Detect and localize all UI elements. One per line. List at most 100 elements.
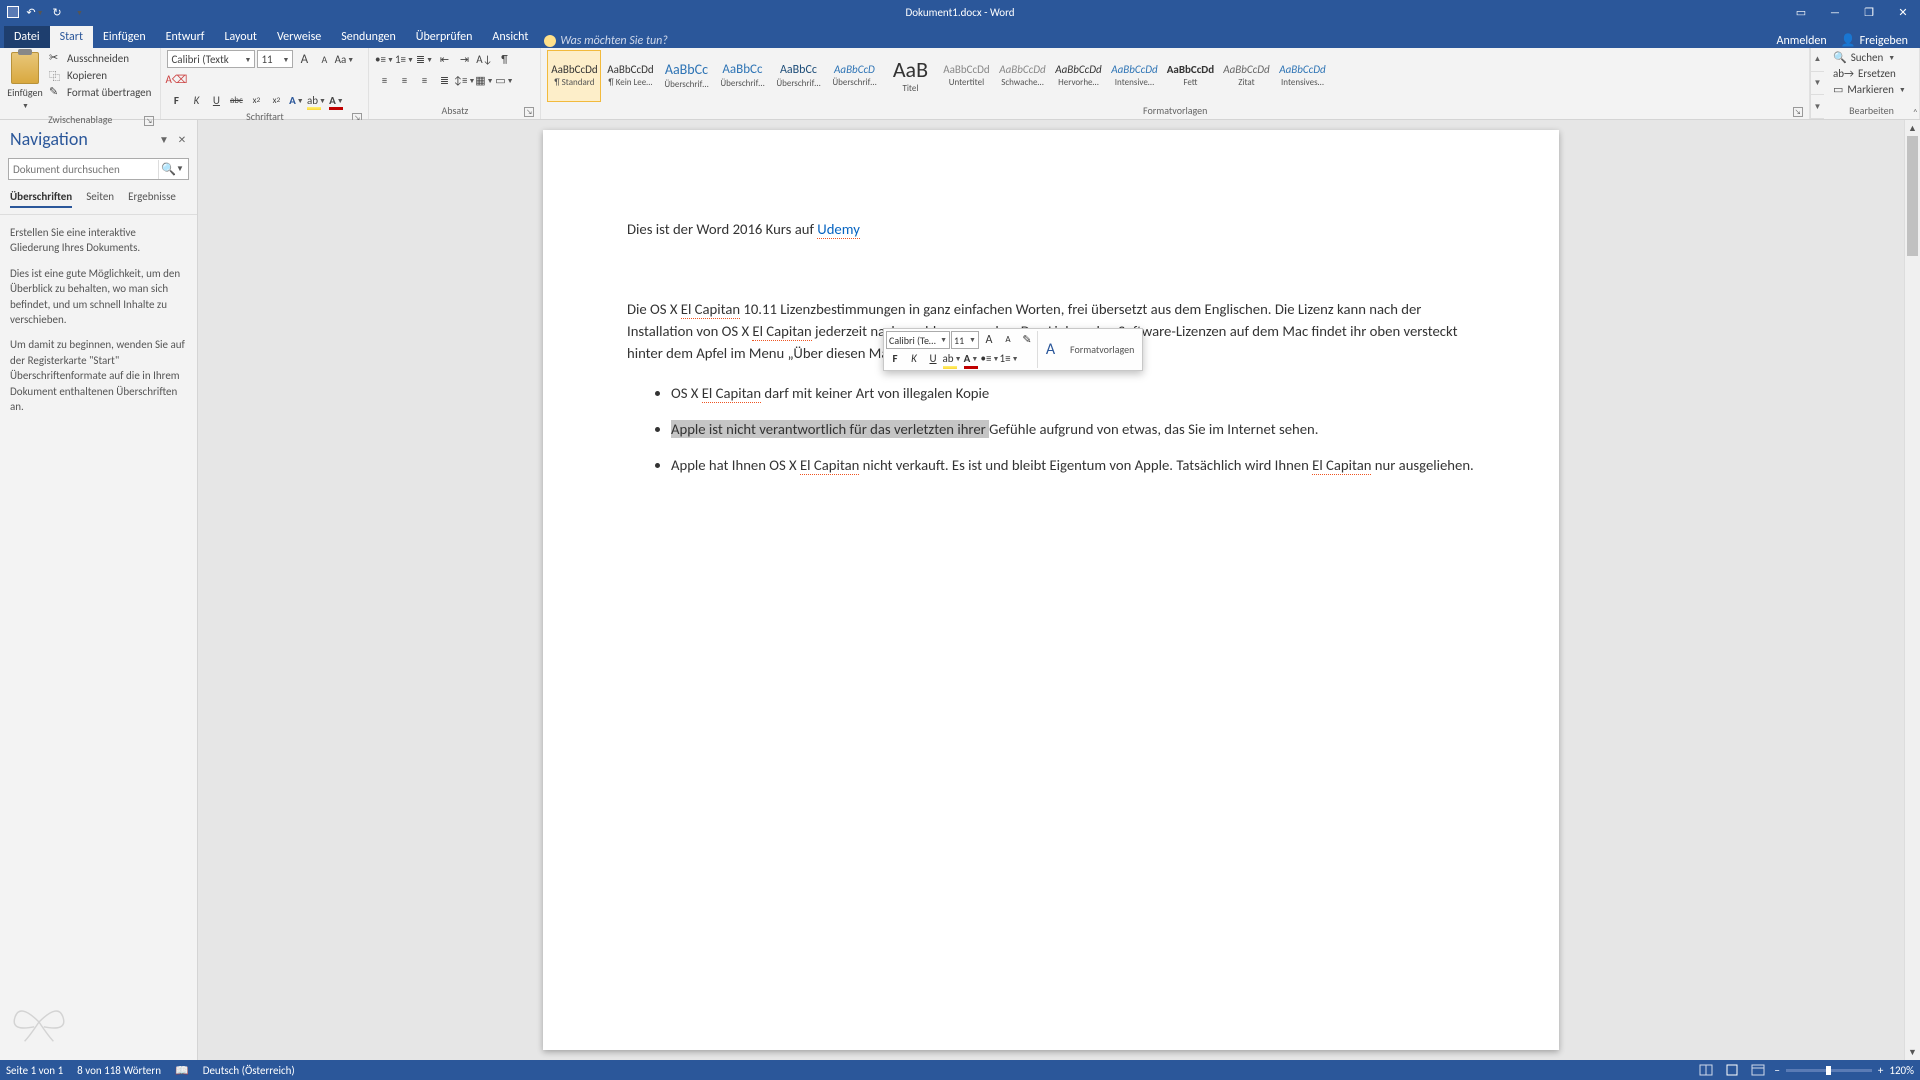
spelling-error[interactable]: El Capitan: [1312, 456, 1371, 475]
save-icon[interactable]: [6, 5, 20, 19]
vertical-scrollbar[interactable]: ˄ ▲ ▼: [1904, 120, 1920, 1060]
text-effects-button[interactable]: A▼: [287, 91, 305, 109]
style-hervorhe[interactable]: AaBbCcDdHervorhe…: [1051, 50, 1105, 102]
borders-button[interactable]: ▭▼: [495, 71, 513, 89]
document-area[interactable]: Dies ist der Word 2016 Kurs auf Udemy Di…: [198, 120, 1904, 1060]
style-keinlee[interactable]: AaBbCcDd¶ Kein Lee…: [603, 50, 657, 102]
nav-tab-pages[interactable]: Seiten: [86, 190, 114, 208]
shrink-font-button[interactable]: A: [315, 50, 333, 68]
align-left-button[interactable]: ≡: [375, 71, 393, 89]
subscript-button[interactable]: x2: [247, 91, 265, 109]
dialog-launcher-icon[interactable]: ↘: [1793, 107, 1803, 117]
nav-tab-headings[interactable]: Überschriften: [10, 190, 72, 208]
bold-button[interactable]: F: [167, 91, 185, 109]
mini-bold[interactable]: F: [886, 350, 904, 368]
mini-underline[interactable]: U: [924, 350, 942, 368]
font-color-button[interactable]: A▼: [327, 91, 345, 109]
tab-home[interactable]: Start: [50, 26, 93, 48]
increase-indent-button[interactable]: ⇥: [455, 50, 473, 68]
page[interactable]: Dies ist der Word 2016 Kurs auf Udemy Di…: [543, 130, 1559, 1050]
close-icon[interactable]: ✕: [1886, 0, 1920, 24]
style-berschrif[interactable]: AaBbCcÜberschrif…: [771, 50, 825, 102]
tab-file[interactable]: Datei: [4, 26, 50, 48]
find-button[interactable]: 🔍 Suchen▼: [1830, 50, 1913, 65]
mini-styles-label[interactable]: Formatvorlagen: [1064, 331, 1140, 368]
spelling-error[interactable]: El Capitan: [681, 300, 740, 319]
justify-button[interactable]: ≣: [435, 71, 453, 89]
search-icon[interactable]: 🔍: [158, 160, 176, 179]
nav-tab-results[interactable]: Ergebnisse: [128, 190, 176, 208]
spelling-error[interactable]: El Capitan: [800, 456, 859, 475]
ribbon-display-options-icon[interactable]: ▭: [1784, 0, 1818, 24]
tab-review[interactable]: Überprüfen: [406, 26, 483, 48]
style-standard[interactable]: AaBbCcDd¶ Standard: [547, 50, 601, 102]
style-fett[interactable]: AaBbCcDdFett: [1163, 50, 1217, 102]
style-zitat[interactable]: AaBbCcDdZitat: [1219, 50, 1273, 102]
tab-design[interactable]: Entwurf: [156, 26, 215, 48]
paste-button[interactable]: Einfügen ▼: [6, 50, 44, 112]
styles-scroll-up-icon[interactable]: ▲: [1811, 48, 1824, 72]
copy-button[interactable]: Kopieren: [46, 67, 154, 83]
tab-view[interactable]: Ansicht: [482, 26, 538, 48]
bullets-button[interactable]: •≡▼: [375, 50, 393, 68]
paragraph[interactable]: Dies ist der Word 2016 Kurs auf Udemy: [627, 218, 1475, 240]
align-center-button[interactable]: ≡: [395, 71, 413, 89]
scroll-up-icon[interactable]: ▲: [1905, 120, 1920, 136]
status-word-count[interactable]: 8 von 118 Wörtern: [77, 1064, 161, 1077]
sort-button[interactable]: A↓: [475, 50, 493, 68]
zoom-out-button[interactable]: −: [1774, 1064, 1779, 1077]
view-read-mode[interactable]: [1696, 1062, 1716, 1078]
strikethrough-button[interactable]: abc: [227, 91, 245, 109]
grow-font-button[interactable]: A: [295, 50, 313, 68]
signin-link[interactable]: Anmelden: [1777, 33, 1827, 48]
italic-button[interactable]: K: [187, 91, 205, 109]
spelling-error[interactable]: El Capitan: [702, 384, 761, 403]
chevron-down-icon[interactable]: ▼: [176, 164, 188, 174]
view-print-layout[interactable]: [1722, 1062, 1742, 1078]
view-web-layout[interactable]: [1748, 1062, 1768, 1078]
replace-button[interactable]: ab→ Ersetzen: [1830, 66, 1913, 81]
mini-styles-button[interactable]: A: [1037, 331, 1063, 368]
mini-font-size[interactable]: 11▼: [951, 331, 979, 349]
line-spacing-button[interactable]: ↕≡▼: [455, 71, 473, 89]
qat-customize-icon[interactable]: ▼: [72, 5, 86, 19]
minimize-icon[interactable]: —: [1818, 0, 1852, 24]
highlight-button[interactable]: ab▼: [307, 91, 325, 109]
style-berschrif[interactable]: AaBbCcDÜberschrif…: [827, 50, 881, 102]
font-name-combo[interactable]: Calibri (Textk▼: [167, 50, 255, 68]
style-titel[interactable]: AaBTitel: [883, 50, 937, 102]
status-page[interactable]: Seite 1 von 1: [6, 1064, 63, 1077]
show-marks-button[interactable]: ¶: [495, 50, 513, 68]
tab-layout[interactable]: Layout: [214, 26, 267, 48]
style-berschrif[interactable]: AaBbCcÜberschrif…: [715, 50, 769, 102]
select-button[interactable]: ▭ Markieren▼: [1830, 82, 1913, 97]
underline-button[interactable]: U: [207, 91, 225, 109]
tell-me-search[interactable]: Was möchten Sie tun?: [544, 34, 668, 48]
mini-bullets[interactable]: •≡▼: [981, 350, 999, 368]
shading-button[interactable]: ▦▼: [475, 71, 493, 89]
scroll-down-icon[interactable]: ▼: [1905, 1044, 1920, 1060]
numbering-button[interactable]: 1≡▼: [395, 50, 413, 68]
restore-icon[interactable]: ❐: [1852, 0, 1886, 24]
change-case-button[interactable]: Aa▼: [335, 50, 353, 68]
font-size-combo[interactable]: 11▼: [257, 50, 293, 68]
zoom-level[interactable]: 120%: [1889, 1064, 1914, 1077]
redo-icon[interactable]: ↻: [50, 5, 64, 19]
styles-scroll-down-icon[interactable]: ▼: [1811, 72, 1824, 96]
nav-close-icon[interactable]: ✕: [175, 132, 189, 146]
style-untertitel[interactable]: AaBbCcDdUntertitel: [939, 50, 993, 102]
spelling-error[interactable]: El Capitan: [752, 322, 811, 341]
style-intensive[interactable]: AaBbCcDdIntensive…: [1107, 50, 1161, 102]
zoom-slider[interactable]: [1786, 1069, 1872, 1072]
collapse-ribbon-icon[interactable]: ˄: [1913, 106, 1918, 119]
align-right-button[interactable]: ≡: [415, 71, 433, 89]
tab-insert[interactable]: Einfügen: [93, 26, 156, 48]
decrease-indent-button[interactable]: ⇤: [435, 50, 453, 68]
tab-mailings[interactable]: Sendungen: [331, 26, 406, 48]
clear-formatting-button[interactable]: A⌫: [167, 70, 185, 88]
format-painter-button[interactable]: Format übertragen: [46, 84, 154, 100]
list-item[interactable]: Apple hat Ihnen OS X El Capitan nicht ve…: [671, 454, 1475, 476]
multilevel-list-button[interactable]: ≣▼: [415, 50, 433, 68]
scrollbar-thumb[interactable]: [1907, 136, 1918, 256]
dialog-launcher-icon[interactable]: ↘: [144, 116, 154, 126]
